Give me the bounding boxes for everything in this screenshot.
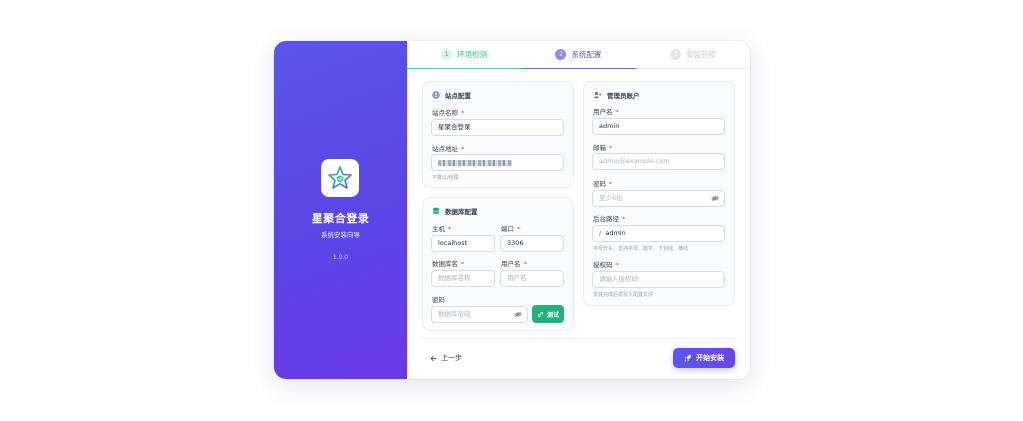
- globe-icon: [432, 91, 440, 99]
- eye-off-icon[interactable]: [711, 195, 719, 202]
- brand-panel: 星聚合登录 系统安装向导 1.0.0: [274, 41, 407, 379]
- step-label: 安装完成: [685, 50, 716, 59]
- start-install-button[interactable]: 开始安装: [673, 348, 735, 368]
- install-wizard-card: 星聚合登录 系统安装向导 1.0.0 1 环境检测 2 系统配置 3 安装完成: [274, 41, 750, 379]
- site-name-input[interactable]: 星聚合登录: [431, 119, 564, 136]
- db-port-label: 端口 *: [501, 225, 521, 233]
- main-panel: 1 环境检测 2 系统配置 3 安装完成 站点配置 站点名称 * 星聚合登录 站…: [407, 41, 750, 379]
- star-shield-icon: [328, 166, 352, 189]
- brand-subtitle: 系统安装向导: [321, 231, 360, 239]
- admin-password-input[interactable]: 至少6位: [592, 190, 725, 207]
- step-number: 3: [669, 49, 681, 60]
- admin-account-panel: 管理员账户 用户名 * admin 邮箱 * admin@example.com 密…: [583, 81, 735, 306]
- site-url-label: 站点地址 *: [432, 145, 465, 153]
- site-url-hint: 不要以/结尾: [432, 175, 459, 181]
- db-password-label: 密码: [432, 296, 445, 304]
- db-user-input[interactable]: 用户名: [500, 270, 564, 287]
- admin-email-input[interactable]: admin@example.com: [592, 153, 725, 170]
- site-config-title: 站点配置: [432, 90, 471, 100]
- redacted-url: [438, 160, 512, 166]
- auth-code-label: 授权码 *: [593, 261, 619, 269]
- arrow-left-icon: [430, 355, 437, 361]
- admin-username-label: 用户名 *: [593, 108, 619, 116]
- eye-off-icon[interactable]: [514, 311, 522, 318]
- brand-name: 星聚合登录: [311, 212, 370, 225]
- path-prefix: /: [599, 229, 602, 237]
- admin-username-input[interactable]: admin: [592, 118, 725, 135]
- admin-account-title: 管理员账户: [593, 90, 640, 100]
- step-bar: 1 环境检测 2 系统配置 3 安装完成: [407, 41, 750, 69]
- user-add-icon: [593, 92, 602, 98]
- link-icon: [537, 311, 544, 317]
- db-name-label: 数据库名 *: [432, 260, 465, 268]
- step-number: 2: [555, 49, 567, 60]
- step-number: 1: [441, 49, 453, 60]
- step-env-check[interactable]: 1 环境检测: [407, 41, 522, 69]
- db-name-input[interactable]: 数据库名称: [431, 270, 495, 287]
- site-config-panel: 站点配置 站点名称 * 星聚合登录 站点地址 * 不要以/结尾: [422, 81, 574, 188]
- db-host-input[interactable]: localhost: [431, 235, 495, 252]
- auth-code-hint: 安装完成后将写入配置文件: [593, 292, 654, 298]
- rocket-icon: [684, 354, 692, 362]
- test-connection-button[interactable]: 测试: [532, 305, 564, 323]
- admin-path-input[interactable]: / admin: [592, 225, 725, 242]
- site-url-input[interactable]: [431, 154, 564, 171]
- step-label: 环境检测: [457, 50, 488, 59]
- footer-divider: [421, 338, 736, 339]
- app-logo: [321, 159, 359, 197]
- db-port-input[interactable]: 3306: [500, 235, 564, 252]
- db-user-label: 用户名 *: [501, 260, 527, 268]
- db-host-label: 主机 *: [432, 225, 452, 233]
- database-config-panel: 数据库配置 主机 * localhost 端口 * 3306 数据库名 * 数据库名称…: [422, 197, 574, 331]
- admin-email-label: 邮箱 *: [593, 144, 613, 152]
- database-config-title: 数据库配置: [432, 206, 478, 216]
- admin-password-label: 密码 *: [593, 180, 613, 188]
- step-install-complete: 3 安装完成: [636, 41, 750, 68]
- admin-path-label: 后台路径 *: [593, 215, 626, 223]
- auth-code-input[interactable]: 请输入授权码: [592, 271, 725, 288]
- previous-step-button[interactable]: 上一步: [430, 353, 462, 363]
- step-label: 系统配置: [571, 50, 602, 59]
- admin-path-hint: 字母开头，支持字母、数字、下划线、横线: [593, 246, 689, 252]
- site-name-label: 站点名称 *: [432, 109, 465, 117]
- version-label: 1.0.0: [332, 254, 349, 261]
- database-icon: [433, 207, 439, 215]
- db-password-input[interactable]: 数据库密码: [431, 306, 528, 323]
- step-system-config[interactable]: 2 系统配置: [521, 41, 636, 69]
